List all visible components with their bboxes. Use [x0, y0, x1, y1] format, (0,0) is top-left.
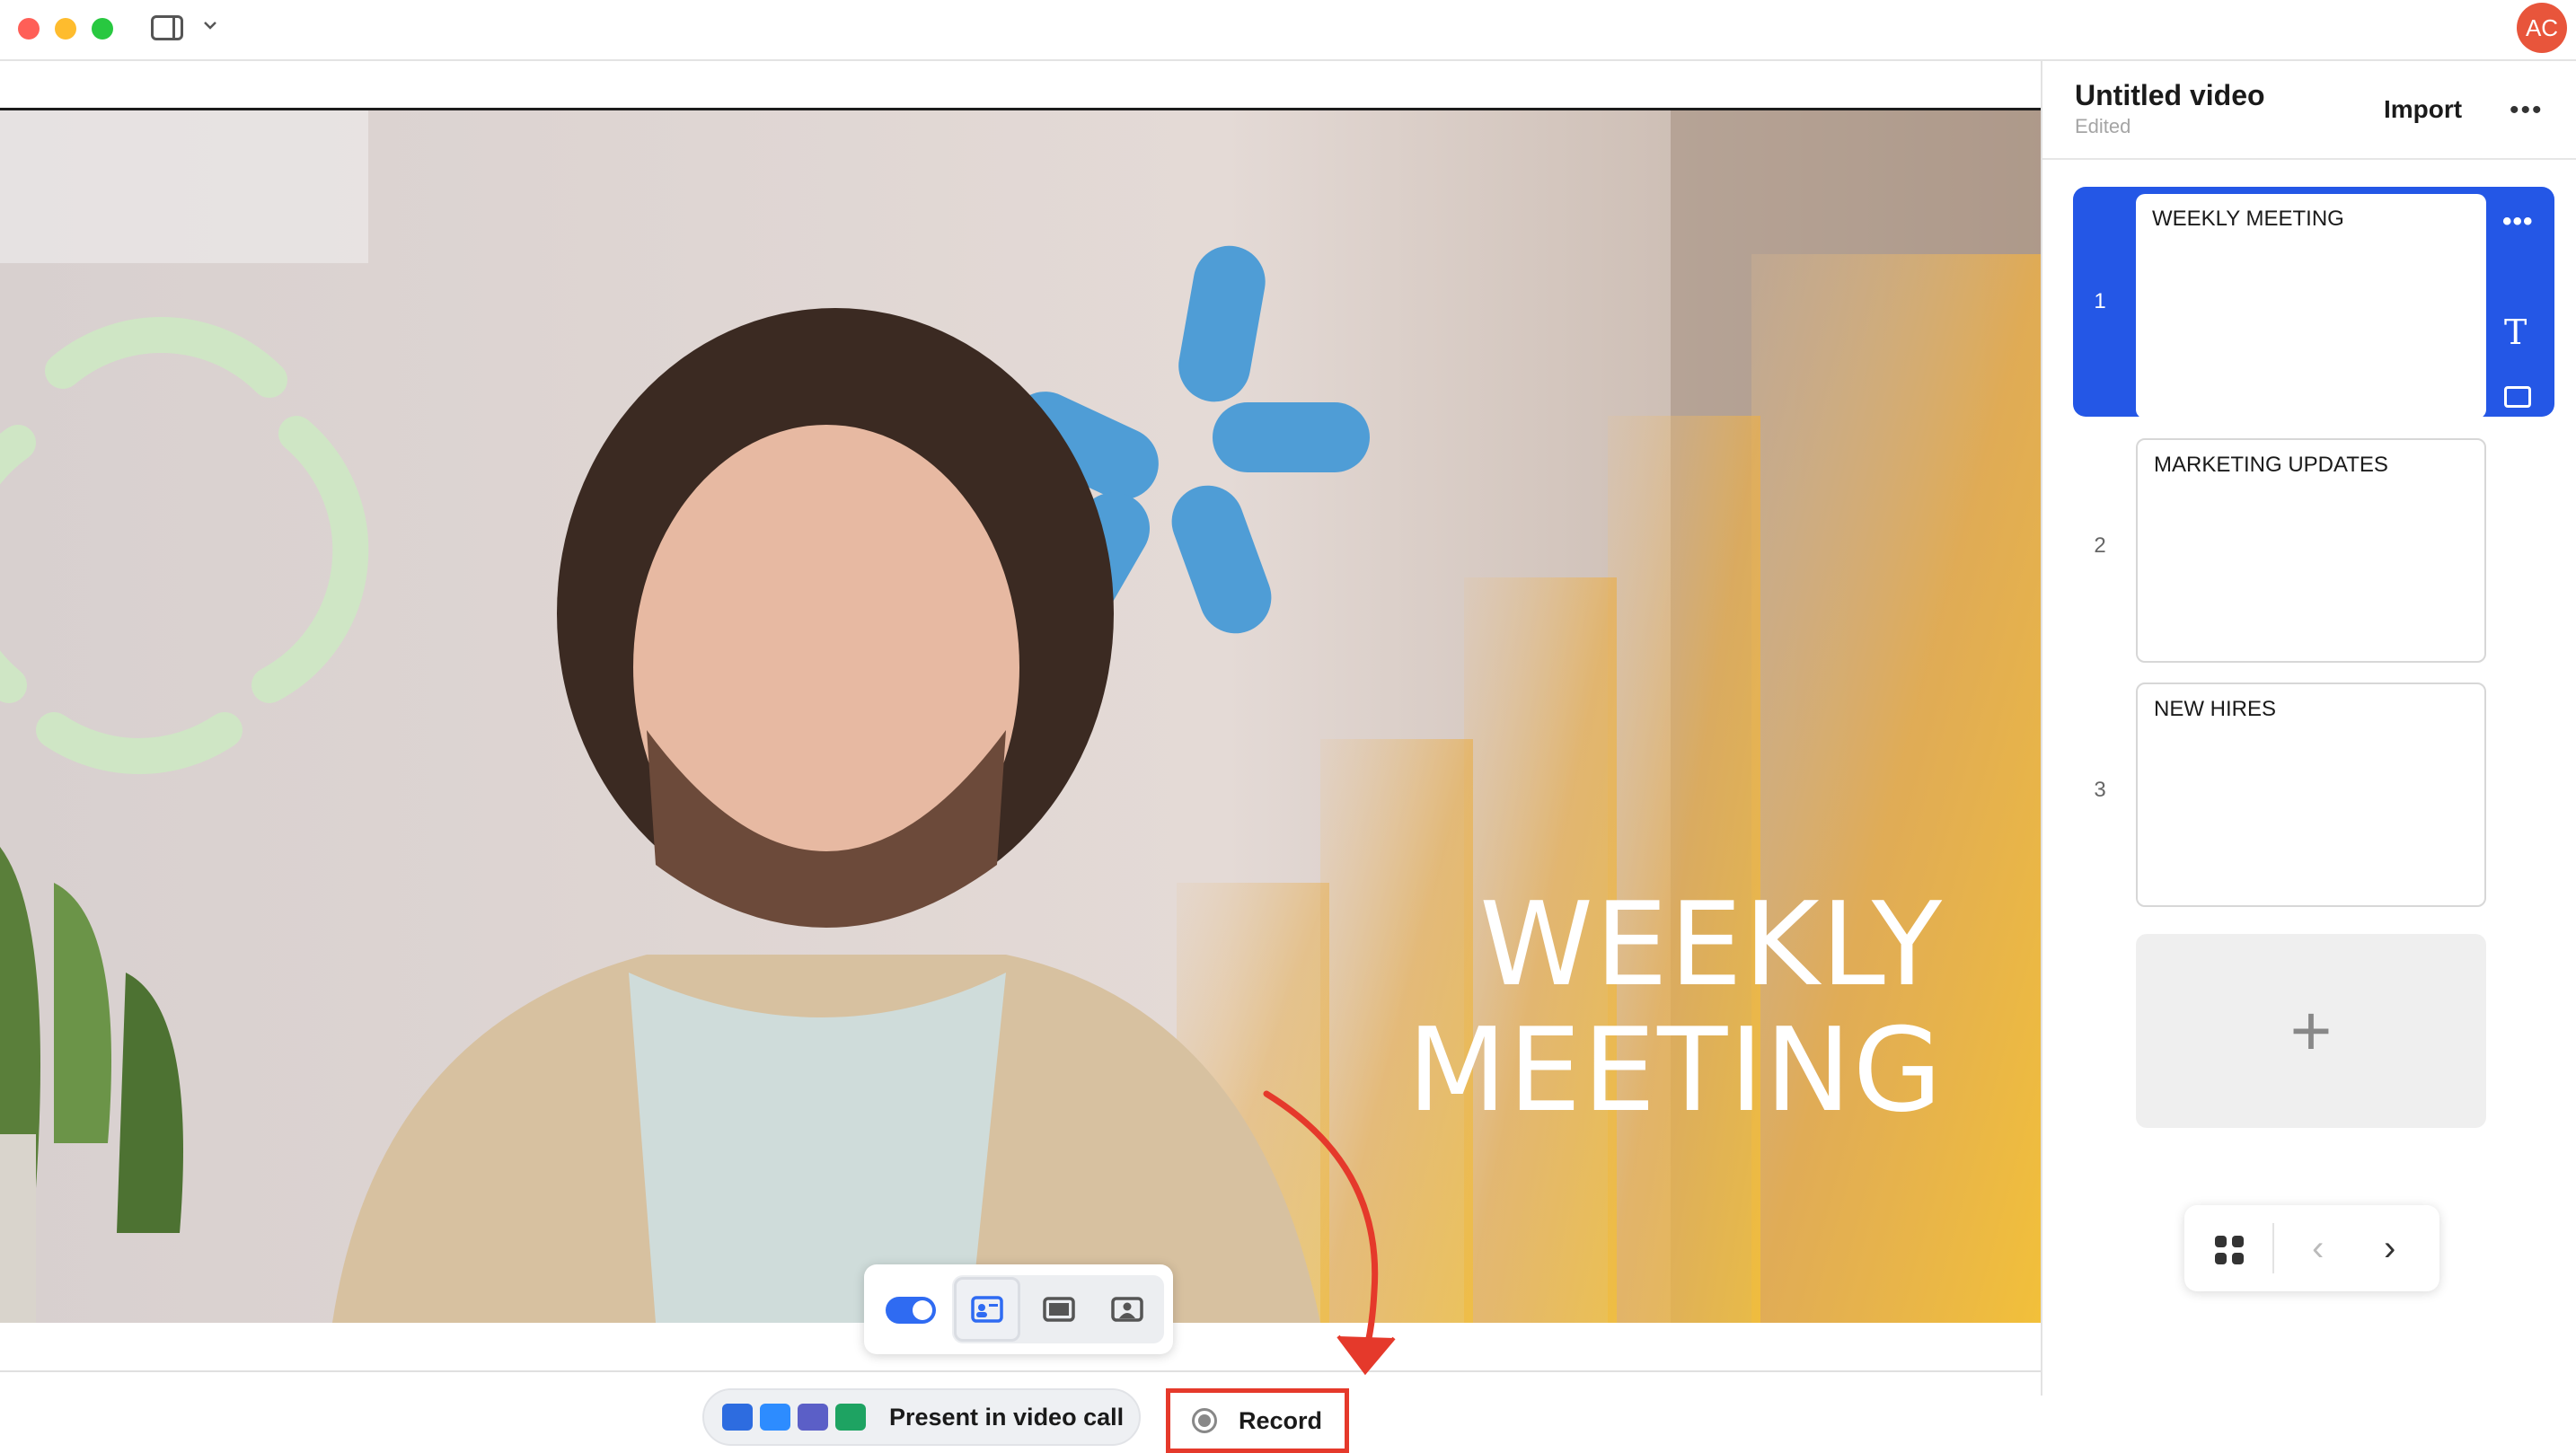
nav-divider [2272, 1223, 2274, 1273]
slide-title-line-2: MEETING [1407, 1004, 1944, 1138]
close-window-button[interactable] [18, 18, 40, 40]
add-slide-button[interactable]: + [2136, 934, 2486, 1128]
title-bar: AC [0, 0, 2576, 61]
slide-number: 2 [2094, 533, 2106, 558]
slide-thumbnail[interactable]: WEEKLY MEETING [2136, 194, 2486, 418]
slide-icon [1043, 1297, 1075, 1322]
record-button[interactable]: Record [1166, 1388, 1349, 1453]
slides-panel: Untitled video Edited Import ••• 1 WEEKL… [2041, 61, 2576, 1396]
chevron-right-icon[interactable]: › [2384, 1228, 2395, 1269]
chevron-left-icon[interactable]: ‹ [2312, 1228, 2324, 1269]
layout-slide-only-button[interactable] [1026, 1277, 1092, 1342]
chevron-down-icon[interactable] [203, 14, 217, 36]
slide-row-1[interactable]: 1 WEEKLY MEETING ••• T [2073, 187, 2554, 418]
annotation-arrow [1263, 1090, 1396, 1376]
google-meet-icon [835, 1404, 866, 1431]
slide-label: NEW HIRES [2154, 697, 2277, 721]
present-in-video-call-button[interactable]: Present in video call [702, 1388, 1141, 1446]
zoom-window-button[interactable] [92, 18, 113, 40]
slide-number: 3 [2094, 778, 2106, 802]
slide-title-overlay: WEEKLY MEETING [1407, 883, 1944, 1134]
avatar[interactable]: AC [2517, 3, 2567, 53]
slide-more-button[interactable]: ••• [2502, 207, 2534, 237]
import-button[interactable]: Import [2384, 95, 2462, 124]
slide-row-3[interactable]: 3 NEW HIRES [2073, 675, 2554, 907]
camera-slide-icon [971, 1296, 1003, 1323]
image-icon[interactable] [2504, 386, 2531, 408]
minimize-window-button[interactable] [55, 18, 76, 40]
text-icon[interactable]: T [2504, 313, 2527, 352]
layout-toolbar [864, 1264, 1173, 1354]
layout-camera-only-button[interactable] [1094, 1277, 1160, 1342]
slide-label: WEEKLY MEETING [2152, 207, 2344, 231]
layout-camera-and-slide-button[interactable] [954, 1277, 1020, 1342]
webex-icon [722, 1404, 753, 1431]
teams-icon [798, 1404, 828, 1431]
person-icon [1111, 1297, 1143, 1322]
camera-preview: WEEKLY MEETING [0, 108, 2041, 1323]
panel-header: Untitled video Edited Import ••• [2042, 61, 2576, 160]
camera-toggle[interactable] [886, 1297, 936, 1324]
camera-feed-image [0, 110, 2041, 1323]
slide-thumbnail[interactable]: NEW HIRES [2136, 682, 2486, 907]
more-options-button[interactable]: ••• [2510, 95, 2544, 126]
grid-icon[interactable] [2215, 1236, 2244, 1264]
zoom-icon [760, 1404, 790, 1431]
slide-title-line-1: WEEKLY [1479, 878, 1944, 1012]
present-label: Present in video call [889, 1403, 1125, 1431]
sidebar-icon[interactable] [151, 15, 183, 40]
video-app-icons [722, 1404, 866, 1431]
record-label: Record [1239, 1406, 1323, 1434]
slide-row-2[interactable]: 2 MARKETING UPDATES [2073, 431, 2554, 663]
video-title[interactable]: Untitled video [2075, 79, 2265, 112]
video-status: Edited [2075, 115, 2131, 137]
video-stage: WEEKLY MEETING Present in video call Rec… [0, 61, 2041, 1453]
record-icon [1192, 1408, 1217, 1433]
slide-label: MARKETING UPDATES [2154, 453, 2388, 477]
slide-navigation: ‹ › [2184, 1205, 2439, 1291]
slide-thumbnail[interactable]: MARKETING UPDATES [2136, 438, 2486, 663]
bottom-divider [0, 1370, 2041, 1372]
slide-number: 1 [2094, 289, 2106, 313]
